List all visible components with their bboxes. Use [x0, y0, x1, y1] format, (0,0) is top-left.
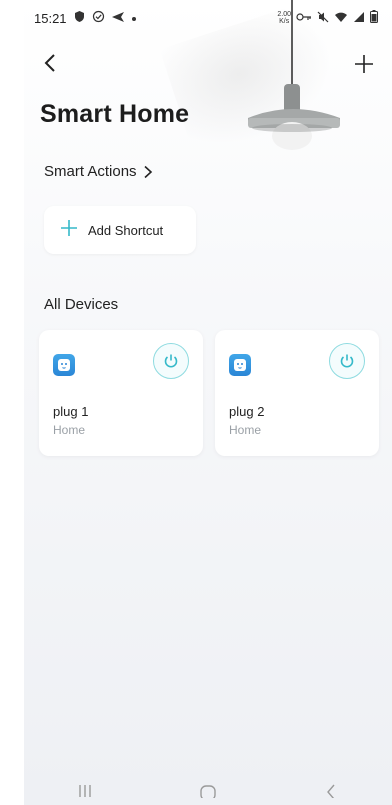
plus-icon [355, 55, 373, 73]
app-screen: 15:21 2.00 K/s Smart Home Smart Actions … [24, 0, 392, 805]
home-icon [200, 785, 216, 798]
smart-plug-icon [53, 354, 75, 376]
power-icon [164, 354, 178, 368]
device-room: Home [53, 423, 86, 437]
status-time: 15:21 [34, 10, 67, 26]
home-button[interactable] [188, 779, 228, 803]
chevron-right-icon [144, 165, 152, 178]
power-toggle-button[interactable] [329, 343, 365, 379]
status-left: 15:21 [34, 10, 137, 26]
back-nav-button[interactable] [311, 779, 351, 803]
add-shortcut-button[interactable]: Add Shortcut [44, 206, 196, 254]
add-device-button[interactable] [352, 52, 378, 78]
dot-icon [131, 11, 137, 25]
chevron-left-icon [44, 54, 55, 72]
back-button[interactable] [40, 52, 64, 76]
add-shortcut-plus-icon [60, 219, 78, 241]
power-icon [340, 354, 354, 368]
back-nav-icon [326, 784, 335, 798]
battery-icon [370, 10, 378, 26]
smart-plug-icon [229, 354, 251, 376]
device-card-plug-1[interactable]: plug 1 Home [39, 330, 203, 456]
system-nav-bar [24, 777, 392, 805]
shield-icon [73, 10, 86, 26]
add-shortcut-label: Add Shortcut [88, 222, 164, 238]
recent-apps-button[interactable] [65, 779, 105, 803]
send-icon [111, 11, 125, 26]
check-circle-icon [92, 10, 105, 26]
device-name: plug 1 [53, 404, 89, 419]
pendant-lamp-illustration [248, 0, 340, 150]
device-room: Home [229, 423, 262, 437]
recent-apps-icon [79, 785, 92, 797]
all-devices-heading: All Devices [44, 296, 119, 313]
power-toggle-button[interactable] [153, 343, 189, 379]
device-name: plug 2 [229, 404, 265, 419]
device-card-plug-2[interactable]: plug 2 Home [215, 330, 379, 456]
smart-actions-label: Smart Actions [44, 163, 137, 180]
smart-actions-link[interactable]: Smart Actions [44, 163, 153, 180]
page-title: Smart Home [40, 100, 190, 128]
